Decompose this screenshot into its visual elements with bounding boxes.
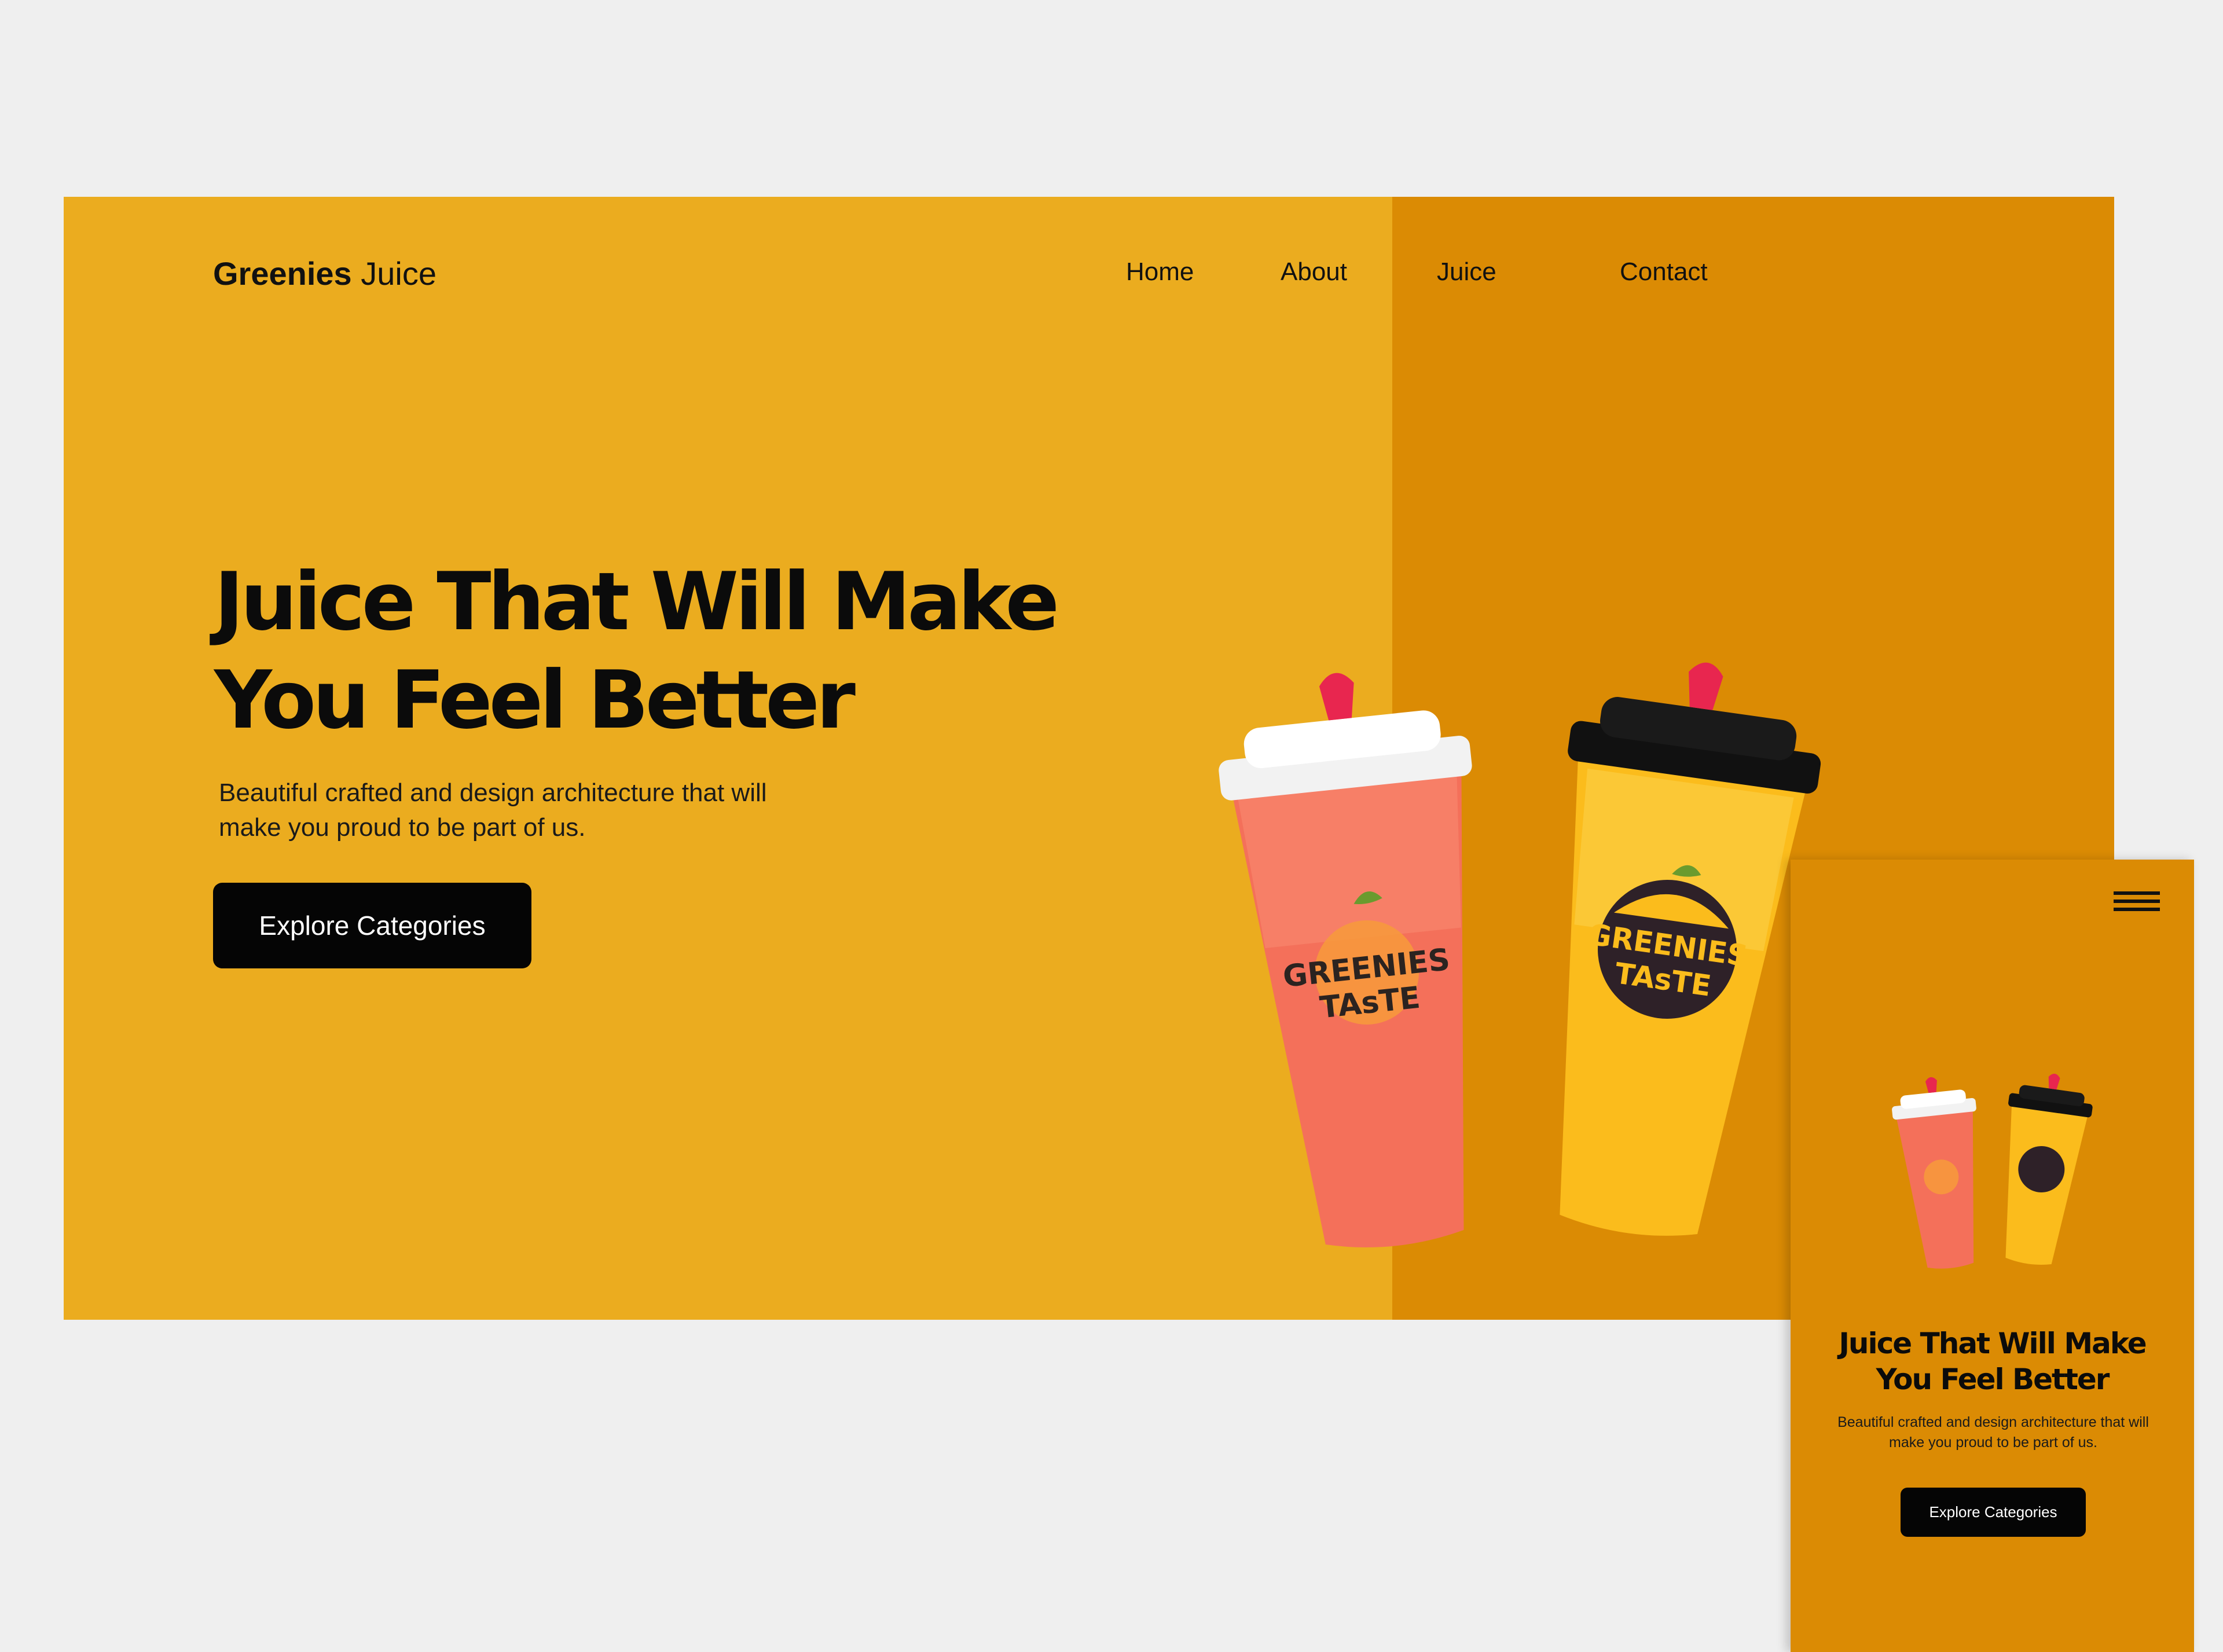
nav-contact[interactable]: Contact [1620,258,1708,287]
mobile-juice-cups-image [1892,1073,2093,1269]
mobile-hero-subtitle: Beautiful crafted and design architectur… [1822,1412,2164,1453]
nav-about[interactable]: About [1281,258,1347,287]
mobile-title-line2: You Feel Better [1876,1363,2110,1396]
hero-title: Juice That Will Make You Feel Better [214,553,1198,750]
hero-subtitle-line1: Beautiful crafted and design architectur… [219,779,767,807]
hero-title-line1: Juice That Will Make [214,555,1059,648]
nav-juice[interactable]: Juice [1437,258,1496,287]
orange-juice-cup: GREENIES TAsTE [1219,673,1472,1247]
mobile-subtitle-line2: make you proud to be part of us. [1889,1434,2097,1451]
brand-logo[interactable]: Greenies Juice [213,255,436,292]
juice-cups-image: GREENIES TAsTE GREENIES TAsTE [1219,662,1821,1247]
yellow-juice-cup [2005,1073,2093,1265]
mobile-title-line1: Juice That Will Make [1839,1327,2147,1360]
hamburger-menu-icon[interactable] [2114,891,2160,917]
mobile-explore-categories-button[interactable]: Explore Categories [1901,1488,2086,1537]
nav-home[interactable]: Home [1126,258,1194,287]
hero-subtitle: Beautiful crafted and design architectur… [219,776,856,845]
mobile-hero-title: Juice That Will Make You Feel Better [1791,1326,2194,1397]
yellow-juice-cup: GREENIES TAsTE [1560,662,1821,1236]
orange-juice-cup [1892,1077,1976,1269]
brand-light: Juice [361,255,436,292]
hero-subtitle-line2: make you proud to be part of us. [219,813,586,842]
mobile-hero-mockup: Juice That Will Make You Feel Better Bea… [1791,860,2194,1652]
brand-bold: Greenies [213,255,352,292]
mobile-subtitle-line1: Beautiful crafted and design architectur… [1837,1414,2149,1430]
hero-title-line2: You Feel Better [214,654,856,747]
explore-categories-button[interactable]: Explore Categories [213,883,531,968]
